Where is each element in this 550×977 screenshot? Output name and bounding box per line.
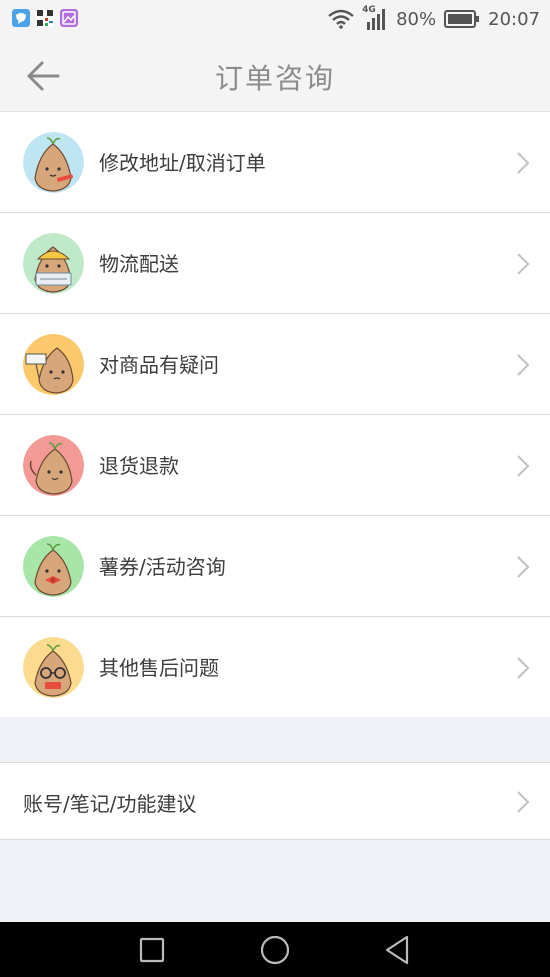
gallery-icon xyxy=(60,9,78,27)
chevron-right-icon xyxy=(517,152,530,174)
menu-item-label: 修改地址/取消订单 xyxy=(99,151,266,175)
recent-apps-icon[interactable] xyxy=(135,933,169,967)
clock: 20:07 xyxy=(488,8,540,30)
wifi-icon xyxy=(328,9,354,29)
chevron-right-icon xyxy=(517,455,530,477)
cell-signal: 4G xyxy=(362,5,388,30)
header-bar: 订单咨询 xyxy=(0,38,550,112)
potato-mascot-avatar xyxy=(23,233,84,294)
chevron-right-icon xyxy=(517,354,530,376)
menu-item-label: 退货退款 xyxy=(99,454,179,478)
chevron-right-icon xyxy=(517,556,530,578)
chevron-right-icon xyxy=(517,253,530,275)
potato-mascot-avatar xyxy=(23,637,84,698)
feedback-suggestion-row[interactable]: 账号/笔记/功能建议 xyxy=(0,762,550,840)
potato-ribbon-icon xyxy=(23,536,84,597)
potato-mascot-avatar xyxy=(23,536,84,597)
potato-mascot-avatar xyxy=(23,334,84,395)
menu-item-label: 对商品有疑问 xyxy=(99,353,219,377)
status-indicators: 4G 80% 20:07 xyxy=(328,5,540,32)
status-bar: 4G 80% 20:07 xyxy=(0,0,550,38)
battery-percent: 80% xyxy=(396,8,437,30)
network-type: 4G xyxy=(362,5,376,15)
menu-item-logistics[interactable]: 物流配送 xyxy=(0,213,550,314)
feedback-label: 账号/笔记/功能建议 xyxy=(23,792,197,816)
consult-menu: 修改地址/取消订单 物流配送 对商品有疑问 退货退款 薯券/活动咨询 其他售后问… xyxy=(0,112,550,718)
chevron-right-icon xyxy=(517,791,530,813)
potato-sign-icon xyxy=(23,334,84,395)
potato-courier-icon xyxy=(23,233,84,294)
battery-icon xyxy=(444,10,480,28)
messenger-icon xyxy=(12,9,30,27)
menu-item-return-refund[interactable]: 退货退款 xyxy=(0,415,550,516)
potato-wave-icon xyxy=(23,435,84,496)
back-triangle-icon[interactable] xyxy=(380,933,414,967)
qr-code-icon xyxy=(36,9,54,27)
menu-item-coupon-activity[interactable]: 薯券/活动咨询 xyxy=(0,516,550,617)
potato-mascot-avatar xyxy=(23,132,84,193)
potato-glasses-icon xyxy=(23,637,84,698)
menu-item-other-after-sales[interactable]: 其他售后问题 xyxy=(0,617,550,718)
chevron-right-icon xyxy=(517,657,530,679)
menu-item-change-address-cancel-order[interactable]: 修改地址/取消订单 xyxy=(0,112,550,213)
menu-item-label: 薯券/活动咨询 xyxy=(99,555,226,579)
menu-item-label: 其他售后问题 xyxy=(99,656,219,680)
page-title: 订单咨询 xyxy=(214,62,335,95)
section-divider xyxy=(0,717,550,762)
menu-item-label: 物流配送 xyxy=(99,252,179,276)
potato-mascot-avatar xyxy=(23,435,84,496)
potato-mascot-icon xyxy=(23,132,84,193)
home-icon[interactable] xyxy=(258,933,292,967)
notification-icons xyxy=(12,9,78,27)
system-nav-bar xyxy=(0,922,550,977)
menu-item-product-question[interactable]: 对商品有疑问 xyxy=(0,314,550,415)
